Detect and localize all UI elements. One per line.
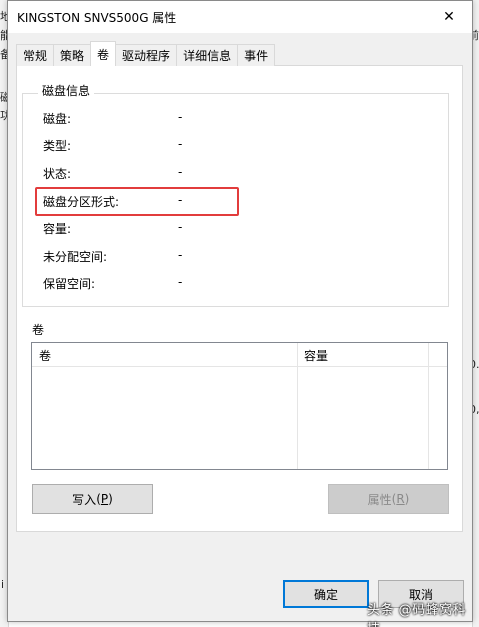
properties-button-label: 属性	[367, 492, 392, 507]
prop-value: -	[178, 165, 183, 179]
tab-general[interactable]: 常规	[16, 44, 55, 66]
prop-row-reserved: 保留空间: -	[43, 275, 303, 293]
prop-value: -	[178, 275, 183, 289]
tab-details[interactable]: 详细信息	[176, 44, 239, 66]
volumes-list-header: 卷 容量	[32, 343, 447, 367]
title-bar[interactable]: KINGSTON SNVS500G 属性 ✕	[8, 1, 472, 33]
prop-label: 容量:	[43, 222, 72, 236]
properties-accel: R	[396, 492, 405, 506]
tab-label: 卷	[97, 47, 110, 62]
prop-row-unallocated: 未分配空间: -	[43, 248, 303, 266]
tab-driver[interactable]: 驱动程序	[115, 44, 178, 66]
prop-value: -	[178, 248, 183, 262]
prop-row-capacity: 容量: -	[43, 220, 303, 238]
tab-volumes[interactable]: 卷	[90, 41, 117, 66]
prop-label: 状态:	[43, 167, 72, 181]
prop-value: -	[178, 220, 183, 234]
prop-label: 未分配空间:	[43, 250, 108, 264]
dialog-title: KINGSTON SNVS500G 属性	[17, 11, 177, 25]
column-header-volume[interactable]: 卷	[39, 347, 51, 364]
prop-row-type: 类型: -	[43, 137, 303, 155]
tab-label: 驱动程序	[122, 49, 171, 63]
populate-button[interactable]: 写入(P)	[32, 484, 153, 514]
tab-strip: 常规 策略 卷 驱动程序 详细信息 事件	[16, 41, 276, 66]
column-separator[interactable]	[297, 343, 298, 367]
prop-row-status: 状态: -	[43, 165, 303, 183]
close-icon: ✕	[443, 9, 455, 25]
prop-value: -	[178, 110, 183, 124]
watermark-text: 头条 @码蜂窝科技	[367, 603, 467, 627]
column-gridline	[428, 367, 429, 469]
ok-button-label: 确定	[313, 587, 338, 602]
tab-label: 事件	[244, 49, 269, 63]
volumes-list[interactable]: 卷 容量	[31, 342, 448, 470]
tab-label: 常规	[23, 49, 48, 63]
tab-label: 策略	[60, 49, 85, 63]
background-text: i	[1, 578, 5, 591]
prop-row-disk: 磁盘: -	[43, 110, 303, 128]
prop-label: 类型:	[43, 139, 72, 153]
background-window-right-edge	[472, 0, 479, 627]
column-gridline	[297, 367, 298, 469]
column-separator[interactable]	[428, 343, 429, 367]
prop-value: -	[178, 137, 183, 151]
close-button[interactable]: ✕	[426, 1, 472, 33]
tab-label: 详细信息	[183, 49, 232, 63]
properties-button[interactable]: 属性(R)	[328, 484, 449, 514]
tab-policies[interactable]: 策略	[53, 44, 92, 66]
tab-events[interactable]: 事件	[237, 44, 276, 66]
volumes-label: 卷	[32, 323, 45, 337]
prop-label: 磁盘:	[43, 112, 72, 126]
populate-button-label: 写入	[72, 492, 97, 507]
populate-accel: P	[100, 492, 109, 506]
ok-button[interactable]: 确定	[283, 580, 369, 608]
column-header-capacity[interactable]: 容量	[304, 347, 328, 364]
prop-label: 保留空间:	[43, 277, 96, 291]
annotation-highlight-box	[35, 187, 239, 216]
disk-info-title: 磁盘信息	[38, 82, 95, 99]
